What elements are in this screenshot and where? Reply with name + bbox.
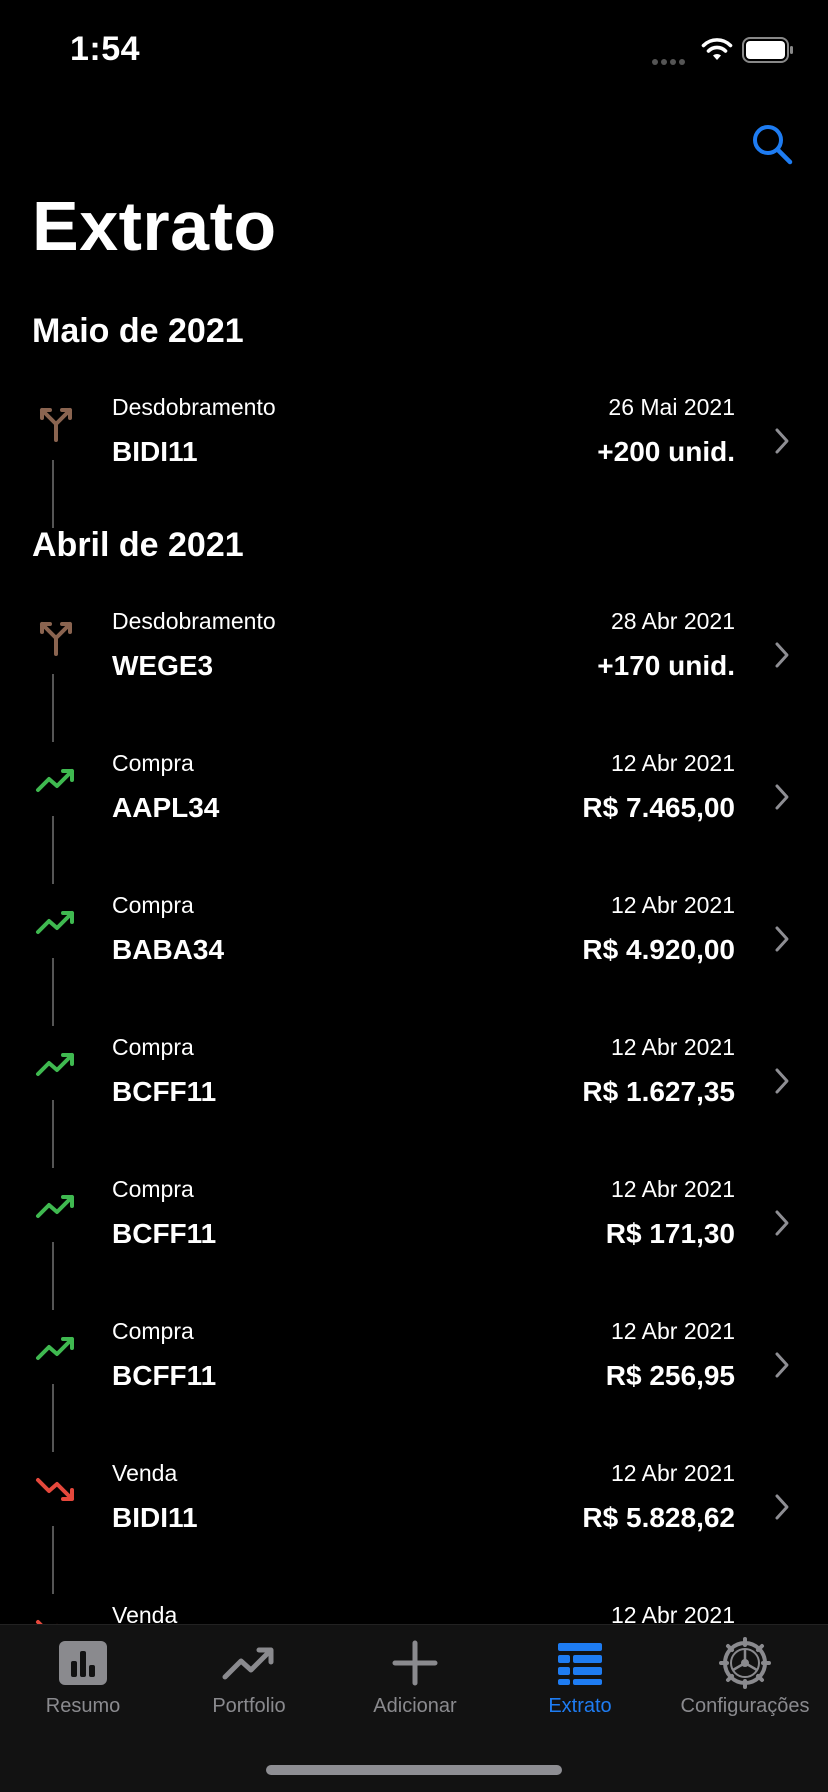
transaction-amount: R$ 256,95 [605, 1360, 735, 1391]
transaction-date: 12 Abr 2021 [610, 1176, 735, 1202]
tab-label: Adicionar [373, 1695, 457, 1717]
transaction-type: Venda [112, 1460, 178, 1486]
transaction-amount: +170 unid. [597, 650, 735, 681]
tab-adicionar[interactable]: Adicionar [332, 1625, 498, 1735]
transaction-date: 12 Abr 2021 [610, 1460, 735, 1486]
transaction-ticker: BCFF11 [112, 1076, 217, 1107]
transaction-date: 12 Abr 2021 [610, 892, 735, 918]
transaction-row[interactable]: Desdobramento BIDI11 26 Mai 2021 +200 un… [0, 380, 828, 528]
plus-icon [392, 1640, 438, 1686]
transaction-ticker: BCFF11 [112, 1218, 217, 1249]
trending-down-icon [36, 1478, 74, 1501]
transaction-amount: R$ 171,30 [605, 1218, 735, 1249]
transaction-type: Compra [112, 892, 194, 918]
tab-extrato[interactable]: Extrato [497, 1625, 663, 1735]
chevron-right-icon [775, 642, 789, 668]
transaction-date: 26 Mai 2021 [608, 394, 735, 420]
list-icon [558, 1643, 602, 1685]
split-icon [40, 408, 72, 442]
transaction-type: Compra [112, 1176, 194, 1202]
timeline-connector [52, 460, 54, 528]
battery-icon [742, 37, 793, 63]
timeline-connector [52, 816, 54, 884]
transaction-row[interactable]: Compra BCFF11 12 Abr 2021 R$ 171,30 [0, 1162, 828, 1310]
chevron-right-icon [775, 1210, 789, 1236]
transaction-type: Desdobramento [112, 608, 276, 634]
transaction-ticker: BIDI11 [112, 1502, 198, 1533]
transaction-amount: +200 unid. [597, 436, 735, 467]
timeline-connector [52, 1526, 54, 1594]
timeline-connector [52, 1384, 54, 1452]
chevron-right-icon [775, 784, 789, 810]
page-title: Extrato [32, 187, 277, 265]
transaction-date: 12 Abr 2021 [610, 750, 735, 776]
home-indicator [266, 1765, 562, 1775]
transaction-ticker: WEGE3 [112, 650, 214, 681]
transaction-ticker: BIDI11 [112, 436, 198, 467]
transaction-ticker: BABA34 [112, 934, 225, 965]
chevron-right-icon [775, 428, 789, 454]
tab-label: Resumo [45, 1695, 121, 1717]
chevron-right-icon [775, 1352, 789, 1378]
chevron-right-icon [775, 926, 789, 952]
transaction-date: 28 Abr 2021 [610, 608, 735, 634]
transaction-type: Compra [112, 1318, 194, 1344]
transaction-row[interactable]: Desdobramento WEGE3 28 Abr 2021 +170 uni… [0, 594, 828, 742]
tab-bar: Resumo Portfolio Adicionar Extrato Confi… [0, 1624, 828, 1792]
transaction-amount: R$ 5.828,62 [582, 1502, 735, 1533]
transaction-type: Compra [112, 750, 194, 776]
status-time: 1:54 [70, 30, 141, 68]
tab-resumo[interactable]: Resumo [0, 1625, 166, 1735]
cellular-signal-icon [652, 52, 688, 70]
status-bar: 1:54 [0, 0, 828, 100]
transaction-amount: R$ 7.465,00 [582, 792, 735, 823]
transaction-amount: R$ 4.920,00 [582, 934, 735, 965]
gear-icon [719, 1637, 771, 1689]
split-icon [40, 622, 72, 656]
trend-icon [222, 1647, 274, 1680]
transaction-row[interactable]: Compra BABA34 12 Abr 2021 R$ 4.920,00 [0, 878, 828, 1026]
transaction-type: Desdobramento [112, 394, 276, 420]
trending-up-icon [36, 769, 74, 792]
transaction-row[interactable]: Venda BIDI11 12 Abr 2021 R$ 5.828,62 [0, 1446, 828, 1594]
timeline-connector [52, 1242, 54, 1310]
tab-label: Extrato [548, 1695, 612, 1717]
screen: 1:54 Extrato Maio de 2021 Desdobramento … [0, 0, 828, 1792]
transaction-date: 12 Abr 2021 [610, 1034, 735, 1060]
trending-up-icon [36, 1337, 74, 1360]
trending-up-icon [36, 1195, 74, 1218]
transaction-ticker: AAPL34 [112, 792, 220, 823]
section-header-maio-2021: Maio de 2021 [32, 312, 244, 350]
tab-label: Portfolio [212, 1695, 286, 1717]
tab-configuracoes[interactable]: Configurações [662, 1625, 828, 1735]
wifi-icon [701, 38, 733, 60]
transaction-row[interactable]: Compra BCFF11 12 Abr 2021 R$ 256,95 [0, 1304, 828, 1452]
chevron-right-icon [775, 1068, 789, 1094]
transaction-date: 12 Abr 2021 [610, 1318, 735, 1344]
transaction-amount: R$ 1.627,35 [582, 1076, 735, 1107]
transaction-row[interactable]: Compra AAPL34 12 Abr 2021 R$ 7.465,00 [0, 736, 828, 884]
tab-portfolio[interactable]: Portfolio [166, 1625, 332, 1735]
search-icon[interactable] [750, 122, 794, 166]
timeline-connector [52, 958, 54, 1026]
timeline-connector [52, 1100, 54, 1168]
trending-up-icon [36, 1053, 74, 1076]
tab-label: Configurações [680, 1695, 810, 1717]
section-header-abril-2021: Abril de 2021 [32, 526, 244, 564]
transaction-ticker: BCFF11 [112, 1360, 217, 1391]
timeline-connector [52, 674, 54, 742]
transaction-row[interactable]: Compra BCFF11 12 Abr 2021 R$ 1.627,35 [0, 1020, 828, 1168]
transaction-type: Compra [112, 1034, 194, 1060]
chevron-right-icon [775, 1494, 789, 1520]
bar-chart-icon [59, 1641, 107, 1685]
trending-up-icon [36, 911, 74, 934]
